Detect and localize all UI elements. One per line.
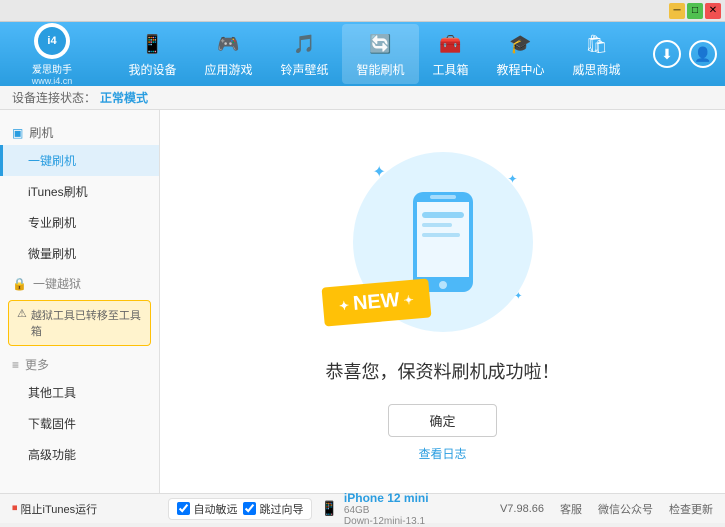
user-button[interactable]: 👤 (689, 40, 717, 68)
auto-dismiss-label: 自动敏远 (193, 501, 237, 517)
jailbreak-label: 一键越狱 (33, 275, 81, 292)
sparkle-2: ✦ (507, 172, 517, 186)
nav-right: ⬇ 👤 (653, 40, 717, 68)
nav-toolbox[interactable]: 🧰 工具箱 (419, 24, 483, 84)
bottom-middle: 自动敏远 跳过向导 📱 iPhone 12 mini 64GB Down-12m… (168, 491, 428, 527)
auto-dismiss-input[interactable] (177, 502, 190, 515)
warning-icon: ⚠ (17, 307, 27, 320)
toolbox-icon: 🧰 (437, 30, 465, 58)
skip-wizard-input[interactable] (243, 502, 256, 515)
logo-area[interactable]: i4 爱思助手 www.i4.cn (8, 23, 96, 86)
stop-itunes: ⏹ 阻止iTunes运行 (12, 501, 97, 517)
logo-text: 爱思助手 (32, 61, 72, 76)
title-bar: ─ □ ✕ (0, 0, 725, 22)
sidebar-item-one-click-flash[interactable]: 一键刷机 (0, 145, 159, 176)
maximize-button[interactable]: □ (687, 3, 703, 19)
logo-circle: i4 (34, 23, 70, 59)
logo-url: www.i4.cn (32, 76, 73, 86)
jailbreak-warning: ⚠ 越狱工具已转移至工具箱 (8, 300, 151, 346)
jailbreak-icon: 🔒 (12, 277, 27, 291)
sparkle-1: ✦ (373, 162, 386, 182)
nav-tutorial-label: 教程中心 (497, 61, 545, 78)
nav-ringtone-label: 铃声壁纸 (280, 61, 328, 78)
flash-section-label: ▣ 刷机 (0, 118, 159, 145)
close-button[interactable]: ✕ (705, 3, 721, 19)
nav-my-device-label: 我的设备 (128, 61, 176, 78)
download-button[interactable]: ⬇ (653, 40, 681, 68)
ringtone-icon: 🎵 (290, 30, 318, 58)
app-game-icon: 🎮 (214, 30, 242, 58)
device-storage: 64GB (344, 505, 429, 516)
status-value: 正常模式 (100, 89, 148, 106)
bottom-bar: ⏹ 阻止iTunes运行 自动敏远 跳过向导 📱 iPhone 12 mini … (0, 493, 725, 523)
nav-weisi-mall-label: 威思商城 (573, 61, 621, 78)
service-link[interactable]: 客服 (560, 501, 582, 517)
stop-itunes-icon: ⏹ (12, 502, 18, 515)
device-icon: 📱 (320, 500, 337, 517)
smart-flash-icon: 🔄 (366, 30, 394, 58)
success-illustration: ✦ ✦ ✦ NEW (343, 142, 543, 342)
warning-text: 越狱工具已转移至工具箱 (31, 307, 142, 339)
status-bar: 设备连接状态： 正常模式 (0, 86, 725, 110)
auto-dismiss-checkbox[interactable]: 自动敏远 (177, 501, 237, 517)
sidebar-item-advanced[interactable]: 高级功能 (0, 439, 159, 470)
device-info: iPhone 12 mini 64GB Down-12mini-13.1 (344, 491, 429, 527)
success-text: 恭喜您，保资料刷机成功啦！ (326, 358, 560, 384)
wechat-link[interactable]: 微信公众号 (598, 501, 653, 517)
device-name: iPhone 12 mini (344, 491, 429, 505)
stop-itunes-label[interactable]: 阻止iTunes运行 (21, 501, 98, 517)
weisi-mall-icon: 🛍 (583, 30, 611, 58)
device-model: Down-12mini-13.1 (344, 516, 429, 527)
nav-items: 📱 我的设备 🎮 应用游戏 🎵 铃声壁纸 🔄 智能刷机 🧰 工具箱 🎓 教程中心… (96, 24, 653, 84)
jailbreak-section: 🔒 一键越狱 (0, 269, 159, 296)
status-label: 设备连接状态： (12, 89, 96, 106)
more-label: 更多 (25, 356, 49, 373)
more-icon: ≡ (12, 358, 19, 372)
logo-icon: i4 (38, 27, 66, 55)
sidebar-item-itunes-flash[interactable]: iTunes刷机 (0, 176, 159, 207)
nav-toolbox-label: 工具箱 (433, 61, 469, 78)
version-label: V7.98.66 (500, 503, 544, 515)
content-area: ✦ ✦ ✦ NEW 恭喜您，保资料刷机成功啦！ 确定 查看日志 (160, 110, 725, 493)
remind-link[interactable]: 查看日志 (418, 445, 466, 462)
bottom-right: V7.98.66 客服 微信公众号 检查更新 (500, 501, 713, 517)
header: i4 爱思助手 www.i4.cn 📱 我的设备 🎮 应用游戏 🎵 铃声壁纸 🔄… (0, 22, 725, 86)
skip-wizard-checkbox[interactable]: 跳过向导 (243, 501, 303, 517)
update-link[interactable]: 检查更新 (669, 501, 713, 517)
main-layout: ▣ 刷机 一键刷机 iTunes刷机 专业刷机 微量刷机 🔒 一键越狱 ⚠ 越狱… (0, 110, 725, 493)
nav-app-game-label: 应用游戏 (204, 61, 252, 78)
nav-weisi-mall[interactable]: 🛍 威思商城 (559, 24, 635, 84)
minimize-button[interactable]: ─ (669, 3, 685, 19)
bottom-device: 📱 iPhone 12 mini 64GB Down-12mini-13.1 (320, 491, 428, 527)
flash-section-icon: ▣ (12, 126, 23, 140)
sidebar-item-download-firmware[interactable]: 下载固件 (0, 408, 159, 439)
my-device-icon: 📱 (138, 30, 166, 58)
checkbox-row: 自动敏远 跳过向导 (168, 498, 312, 520)
sidebar-item-pro-flash[interactable]: 专业刷机 (0, 207, 159, 238)
nav-tutorial[interactable]: 🎓 教程中心 (483, 24, 559, 84)
sidebar-item-micro-flash[interactable]: 微量刷机 (0, 238, 159, 269)
confirm-button[interactable]: 确定 (388, 404, 496, 437)
nav-app-game[interactable]: 🎮 应用游戏 (190, 24, 266, 84)
skip-wizard-label: 跳过向导 (259, 501, 303, 517)
bottom-left: ⏹ 阻止iTunes运行 (12, 501, 97, 517)
nav-smart-flash[interactable]: 🔄 智能刷机 (342, 24, 418, 84)
nav-ringtone[interactable]: 🎵 铃声壁纸 (266, 24, 342, 84)
more-section: ≡ 更多 (0, 350, 159, 377)
nav-my-device[interactable]: 📱 我的设备 (114, 24, 190, 84)
sidebar: ▣ 刷机 一键刷机 iTunes刷机 专业刷机 微量刷机 🔒 一键越狱 ⚠ 越狱… (0, 110, 160, 493)
flash-section-text: 刷机 (29, 124, 53, 141)
sparkle-3: ✦ (514, 291, 522, 302)
nav-smart-flash-label: 智能刷机 (356, 61, 404, 78)
tutorial-icon: 🎓 (507, 30, 535, 58)
sidebar-item-other-tools[interactable]: 其他工具 (0, 377, 159, 408)
